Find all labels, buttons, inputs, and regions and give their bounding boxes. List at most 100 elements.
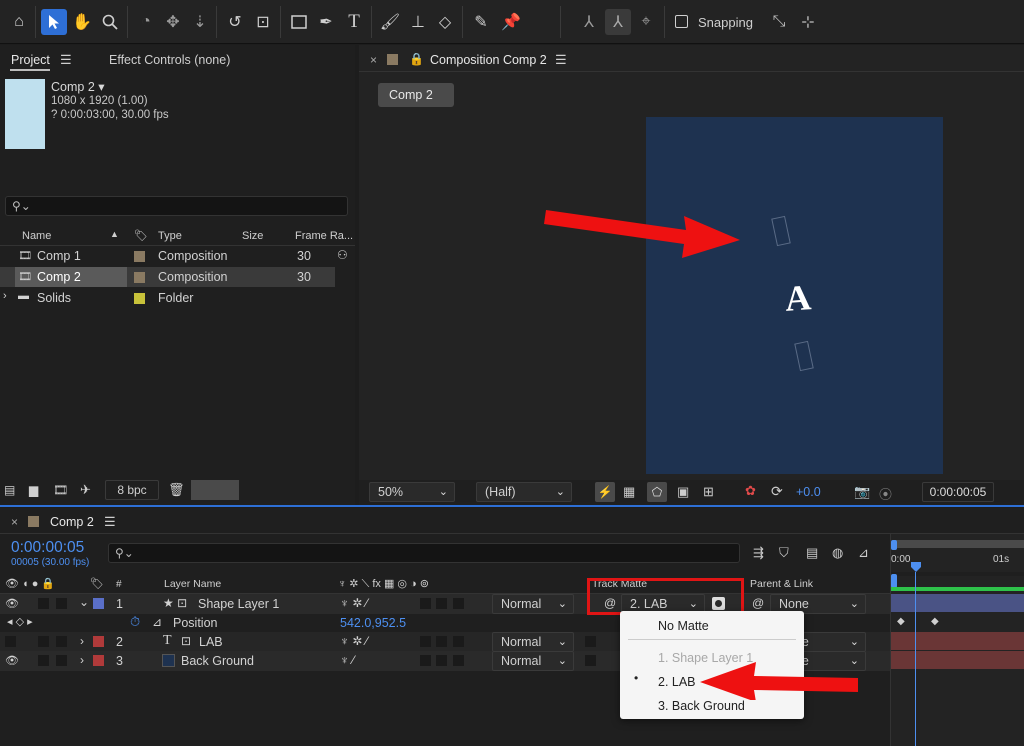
switch-boxes[interactable] — [420, 597, 470, 611]
eye-icon[interactable]: 👁 — [5, 654, 19, 667]
in-point-handle[interactable] — [891, 574, 897, 588]
column-type[interactable]: Type — [158, 230, 182, 242]
playhead-handle[interactable] — [911, 562, 921, 572]
work-area-bar[interactable] — [893, 540, 1024, 548]
exposure-value[interactable]: +0.0 — [796, 485, 821, 499]
zoom-tool-icon[interactable] — [97, 9, 123, 35]
stopwatch-icon[interactable]: ⏱ — [130, 614, 140, 630]
layer-label-swatch[interactable] — [93, 655, 104, 666]
menu-item-back-ground[interactable]: 3. Back Ground — [658, 699, 745, 713]
lock-toggle[interactable] — [56, 598, 67, 609]
project-search-input[interactable]: ⚲⌄ — [5, 196, 348, 216]
region-of-interest-icon[interactable]: ▣ — [677, 484, 689, 500]
roto-brush-tool-icon[interactable]: ✎ — [468, 9, 494, 35]
layer-name[interactable]: Shape Layer 1 — [198, 597, 279, 611]
eraser-tool-icon[interactable]: ◇ — [432, 9, 458, 35]
layer-name[interactable]: Back Ground — [181, 654, 254, 668]
label-swatch[interactable] — [134, 272, 145, 283]
rectangle-tool-icon[interactable] — [286, 9, 312, 35]
frame-blending-icon[interactable]: ◍ — [832, 545, 843, 561]
reset-exposure-icon[interactable]: ⟳ — [771, 483, 783, 500]
thumbnail-transparency-swatch[interactable] — [191, 480, 239, 500]
menu-item-no-matte[interactable]: No Matte — [658, 619, 709, 633]
shy-layers-icon[interactable]: ▤ — [806, 545, 818, 561]
parent-pickwhip-icon[interactable]: @ — [752, 596, 764, 610]
project-item[interactable]: 🎞 Comp 1 Composition 30 ⚇ — [0, 246, 348, 266]
pan-camera-icon[interactable]: ✥ — [160, 9, 186, 35]
hand-tool-icon[interactable]: ✋ — [69, 9, 95, 35]
snapshot-camera-icon[interactable]: 📷 — [854, 484, 870, 500]
solo-toggle[interactable] — [38, 598, 49, 609]
current-time[interactable]: 0:00:00:05 — [11, 539, 84, 557]
switch-boxes[interactable] — [420, 654, 470, 668]
label-swatch[interactable] — [387, 54, 398, 65]
new-composition-icon[interactable]: 🎞 — [53, 483, 68, 497]
tab-project[interactable]: Project — [11, 53, 50, 67]
snap-grid-icon[interactable]: ⊹ — [795, 9, 821, 35]
selection-tool-icon[interactable] — [41, 9, 67, 35]
type-tool-icon[interactable]: T — [341, 9, 367, 35]
project-item-selected[interactable]: 🎞 Comp 2 Composition 30 — [0, 267, 335, 287]
lock-icon[interactable]: 🔒 — [409, 52, 424, 66]
comp-flowchart-icon[interactable]: ⇶ — [753, 545, 764, 561]
bpc-button[interactable]: 8 bpc — [105, 480, 159, 500]
layer-search-input[interactable]: ⚲⌄ — [108, 543, 740, 563]
flowchart-icon[interactable]: ⚇ — [337, 248, 348, 262]
fast-previews-icon[interactable]: ⚡ — [595, 482, 615, 502]
magnification-dropdown[interactable]: 50% ⌄ — [369, 482, 455, 502]
panel-menu-icon[interactable]: ☰ — [60, 52, 72, 68]
graph-icon[interactable]: ⊿ — [152, 615, 162, 629]
work-area-start-handle[interactable] — [891, 540, 897, 550]
lock-toggle[interactable] — [56, 636, 67, 647]
keyframe-navigator-icons[interactable]: ◂ ◇ ▸ — [7, 615, 33, 628]
column-layer-name[interactable]: Layer Name — [164, 578, 221, 590]
layer-duration-bar-1[interactable] — [891, 594, 1024, 612]
label-tag-icon[interactable]: 🏷 — [90, 577, 104, 590]
trash-icon[interactable]: 🗑 — [168, 482, 185, 498]
keyframe-icon[interactable]: ◆ — [931, 616, 939, 627]
composition-tab-title[interactable]: Composition Comp 2 — [430, 53, 547, 67]
new-folder-icon[interactable]: ▆ — [29, 483, 38, 497]
preserve-transparency-toggle[interactable] — [585, 655, 596, 666]
solo-toggle[interactable] — [38, 636, 49, 647]
snapping-checkbox[interactable] — [675, 15, 688, 28]
label-tag-icon[interactable]: 🏷 — [134, 229, 148, 242]
draft-3d-icon[interactable]: ⛉ — [779, 545, 789, 561]
viewer-area[interactable]: A — [359, 117, 1024, 474]
label-swatch[interactable] — [134, 293, 145, 304]
keyframe-icon[interactable]: ◆ — [897, 616, 905, 627]
property-value[interactable]: 542.0,952.5 — [340, 616, 406, 630]
eye-icon[interactable]: 👁 — [5, 597, 19, 610]
rotate-tool-icon[interactable]: ↺ — [222, 9, 248, 35]
column-size[interactable]: Size — [242, 230, 263, 242]
layer-switches[interactable]: ♆ ✲ ⁄ — [340, 596, 368, 610]
show-snapshot-icon[interactable]: ⦿ — [879, 484, 892, 503]
timeline-track-area[interactable]: 0:00 01s ◆ ◆ — [890, 534, 1024, 746]
home-icon[interactable]: ⌂ — [6, 9, 32, 35]
view-axis-icon[interactable]: ⌖ — [633, 9, 659, 35]
puppet-pin-tool-icon[interactable]: 📌 — [498, 9, 524, 35]
collapse-arrow-icon[interactable]: ⌄ — [79, 595, 89, 609]
comp-breadcrumb-button[interactable]: Comp 2 — [378, 83, 454, 107]
clone-stamp-tool-icon[interactable]: ⊥ — [405, 9, 431, 35]
layer-label-swatch[interactable] — [93, 636, 104, 647]
layer-duration-bar-2[interactable] — [891, 632, 1024, 650]
orbit-camera-icon[interactable]: ◔ — [133, 9, 159, 35]
dolly-camera-icon[interactable]: ⇣ — [187, 9, 213, 35]
snap-options-icon[interactable]: ⤡ — [766, 9, 792, 35]
blend-mode-dropdown[interactable]: Normal ⌄ — [492, 651, 574, 671]
panel-menu-icon[interactable]: ☰ — [104, 514, 116, 530]
switch-boxes[interactable] — [420, 635, 470, 649]
interpret-footage-icon[interactable]: ▤ — [4, 483, 15, 497]
panel-menu-icon[interactable]: ☰ — [555, 52, 567, 68]
column-name[interactable]: Name — [22, 230, 51, 242]
brush-tool-icon[interactable]: 🖌 — [377, 9, 403, 35]
anchor-point-tool-icon[interactable]: ⊡ — [250, 9, 276, 35]
composition-canvas[interactable]: A — [646, 117, 943, 474]
channels-icon[interactable]: ✿ — [745, 483, 756, 499]
close-icon[interactable]: × — [370, 53, 377, 67]
transparency-grid-icon[interactable]: ▦ — [623, 484, 635, 500]
pen-tool-icon[interactable]: ✒ — [313, 9, 339, 35]
expand-arrow-icon[interactable]: › — [3, 290, 7, 302]
layer-name[interactable]: LAB — [199, 635, 223, 649]
